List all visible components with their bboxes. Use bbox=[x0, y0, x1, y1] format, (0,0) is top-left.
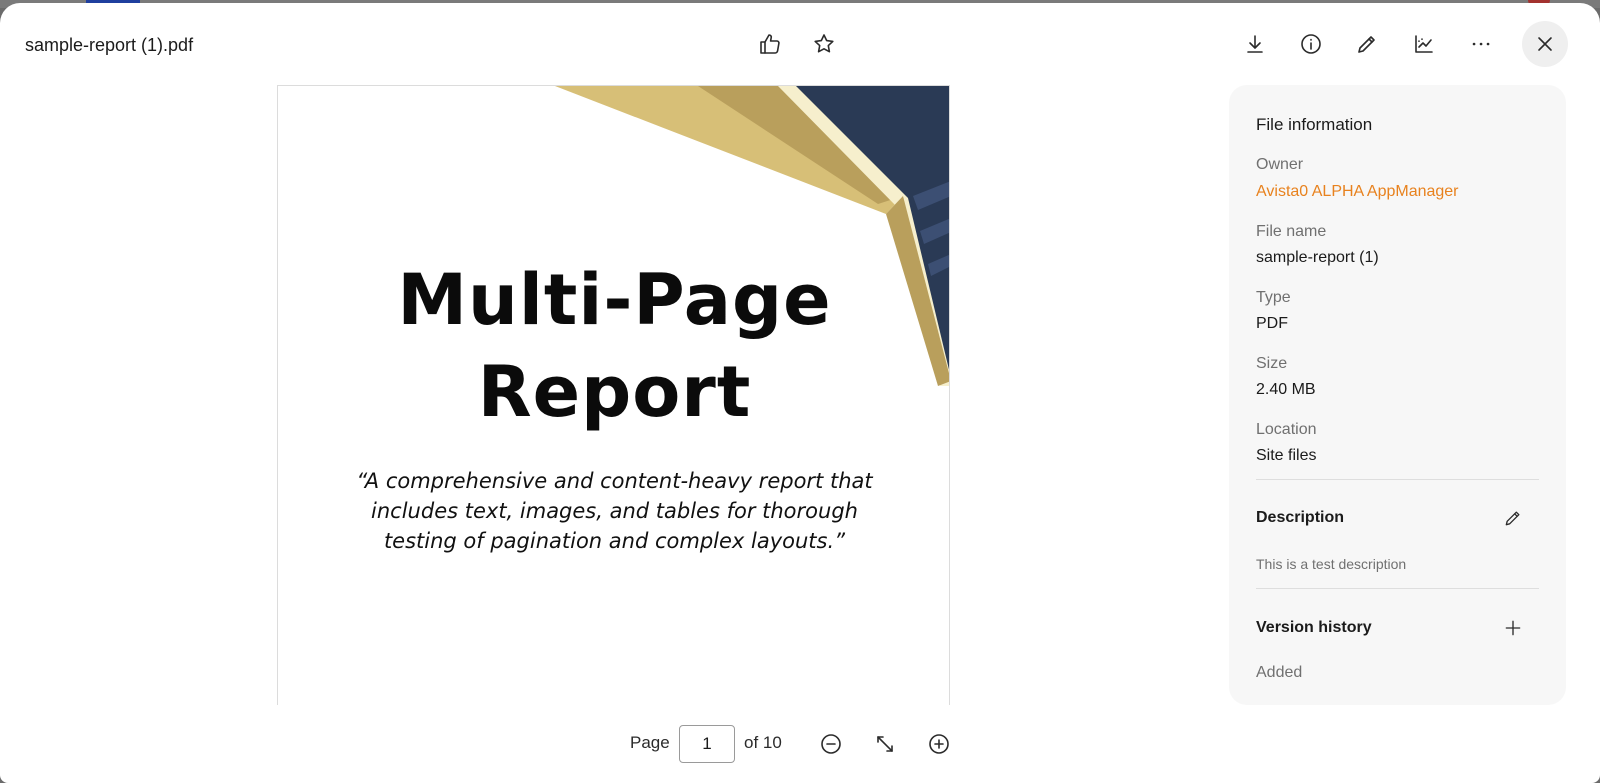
page-count-label: of 10 bbox=[744, 733, 782, 752]
pencil-icon bbox=[1505, 511, 1520, 526]
info-button[interactable] bbox=[1291, 24, 1331, 64]
page-number-input[interactable] bbox=[679, 725, 735, 763]
document-title: Multi-Page Report bbox=[278, 254, 949, 438]
document-quote: “A comprehensive and content-heavy repor… bbox=[356, 469, 873, 553]
location-label: Location bbox=[1256, 421, 1317, 438]
chart-icon bbox=[1415, 35, 1433, 53]
divider bbox=[1256, 479, 1539, 480]
file-preview-modal: sample-report (1).pdf Multi-Page Report … bbox=[0, 3, 1600, 783]
zoom-in-button[interactable] bbox=[921, 726, 957, 762]
like-button[interactable] bbox=[750, 24, 790, 64]
edit-description-button[interactable] bbox=[1498, 503, 1528, 533]
download-button[interactable] bbox=[1235, 24, 1275, 64]
fit-to-page-button[interactable] bbox=[867, 726, 903, 762]
size-label: Size bbox=[1256, 355, 1288, 372]
version-history-title: Version history bbox=[1256, 619, 1372, 636]
zoom-in-icon bbox=[929, 734, 949, 754]
document-title-line2: Report bbox=[477, 351, 752, 433]
document-page: Multi-Page Report “A comprehensive and c… bbox=[277, 85, 950, 705]
close-button[interactable] bbox=[1522, 21, 1568, 67]
pencil-icon bbox=[1358, 36, 1375, 53]
zoom-out-button[interactable] bbox=[813, 726, 849, 762]
expand-icon bbox=[877, 736, 893, 752]
location-value: Site files bbox=[1256, 447, 1317, 464]
info-icon bbox=[1301, 34, 1321, 54]
close-icon bbox=[1538, 37, 1552, 51]
page-label: Page bbox=[630, 733, 670, 752]
add-version-button[interactable] bbox=[1498, 613, 1528, 643]
owner-link[interactable]: Avista0 ALPHA AppManager bbox=[1256, 183, 1459, 201]
file-title: sample-report (1).pdf bbox=[25, 35, 194, 55]
zoom-out-icon bbox=[821, 734, 841, 754]
added-label: Added bbox=[1256, 664, 1303, 681]
description-title: Description bbox=[1256, 509, 1345, 526]
more-options-button[interactable] bbox=[1461, 24, 1501, 64]
star-icon bbox=[814, 34, 834, 53]
file-information-panel: File information Owner Avista0 ALPHA App… bbox=[1229, 85, 1566, 705]
owner-label: Owner bbox=[1256, 156, 1304, 173]
more-icon bbox=[1472, 42, 1490, 46]
type-label: Type bbox=[1256, 289, 1291, 306]
analytics-button[interactable] bbox=[1404, 24, 1444, 64]
document-title-line1: Multi-Page bbox=[397, 259, 832, 341]
plus-icon bbox=[1505, 620, 1521, 636]
panel-heading: File information bbox=[1256, 115, 1373, 134]
divider bbox=[1256, 588, 1539, 589]
description-text: This is a test description bbox=[1256, 556, 1407, 572]
type-value: PDF bbox=[1256, 315, 1288, 332]
file-name-value: sample-report (1) bbox=[1256, 249, 1379, 266]
download-icon bbox=[1247, 35, 1263, 53]
file-name-label: File name bbox=[1256, 223, 1327, 240]
favorite-button[interactable] bbox=[804, 24, 844, 64]
edit-button[interactable] bbox=[1347, 24, 1387, 64]
size-value: 2.40 MB bbox=[1256, 381, 1316, 398]
thumbs-up-icon bbox=[760, 34, 780, 54]
